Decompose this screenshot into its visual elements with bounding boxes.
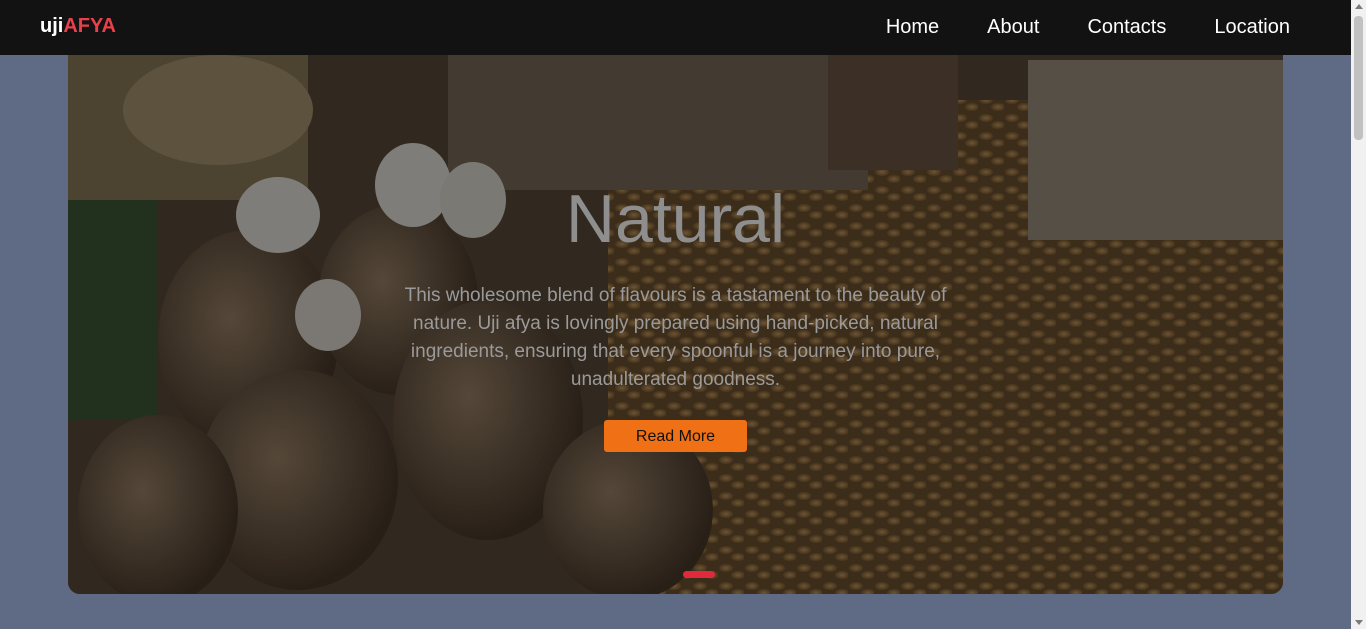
read-more-button[interactable]: Read More: [604, 420, 747, 452]
nav-link-location[interactable]: Location: [1214, 16, 1290, 39]
hero-title: Natural: [565, 181, 786, 257]
nav-links: Home About Contacts Location: [886, 0, 1290, 55]
nav-link-contacts[interactable]: Contacts: [1087, 16, 1166, 39]
brand-text-uji: uji: [40, 15, 64, 37]
carousel-indicator-active[interactable]: [683, 571, 715, 578]
scroll-up-arrow-icon[interactable]: [1355, 4, 1363, 9]
brand-text-afya: AFYA: [63, 15, 116, 37]
navbar: ujiAFYA Home About Contacts Location: [0, 0, 1366, 55]
brand-logo[interactable]: ujiAFYA: [40, 15, 116, 38]
hero-description: This wholesome blend of flavours is a ta…: [404, 285, 947, 390]
page-scrollbar[interactable]: [1351, 0, 1366, 629]
hero-content: Natural This wholesome blend of flavours…: [68, 180, 1283, 452]
nav-link-about[interactable]: About: [987, 16, 1039, 39]
nav-link-home[interactable]: Home: [886, 16, 939, 39]
scrollbar-thumb[interactable]: [1354, 16, 1363, 140]
scroll-down-arrow-icon[interactable]: [1355, 620, 1363, 625]
hero-carousel: Natural This wholesome blend of flavours…: [68, 40, 1283, 594]
